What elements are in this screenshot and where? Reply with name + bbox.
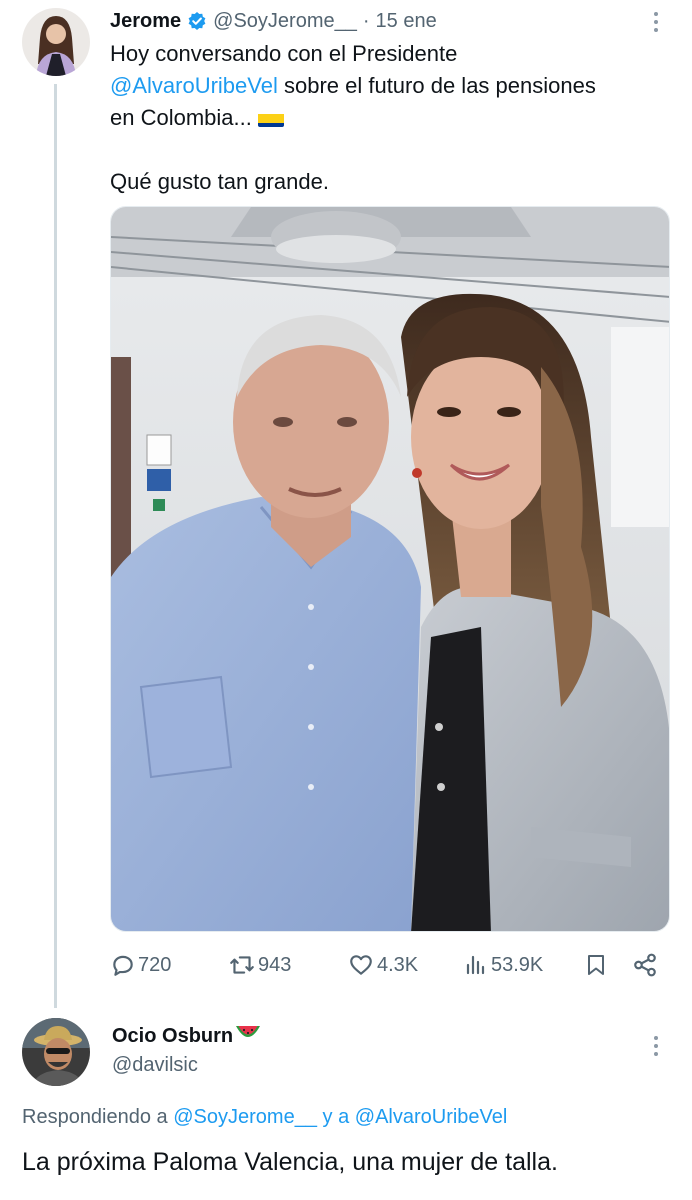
- retweet-icon: [228, 952, 256, 978]
- tweet-photo[interactable]: [110, 206, 670, 932]
- tweet-text-line: Hoy conversando con el Presidente: [110, 41, 458, 66]
- author-name[interactable]: Jerome: [110, 10, 181, 33]
- share-icon: [632, 952, 658, 978]
- reply-icon: [110, 952, 136, 978]
- share-button[interactable]: [632, 948, 658, 982]
- replying-prefix: Respondiendo a: [22, 1106, 168, 1128]
- views-icon: [464, 952, 488, 978]
- tweet-action-bar: 720 943 4.3K 53.9K: [110, 948, 670, 982]
- more-options-icon[interactable]: [644, 10, 668, 34]
- reply-count: 720: [138, 953, 172, 976]
- author-avatar[interactable]: [22, 8, 90, 76]
- watermelon-icon: [235, 1024, 261, 1048]
- tweet-text: Hoy conversando con el Presidente @Alvar…: [110, 38, 670, 198]
- bookmark-icon: [584, 952, 608, 978]
- replying-to-mention[interactable]: @AlvaroUribeVel: [355, 1106, 508, 1128]
- verified-badge-icon: [187, 11, 207, 31]
- tweet-text-fragment: sobre el futuro de las pensiones: [277, 73, 596, 98]
- author-handle[interactable]: @SoyJerome__: [213, 10, 357, 33]
- retweet-count: 943: [258, 953, 292, 976]
- replying-to-line: Respondiendo a @SoyJerome__ y a @AlvaroU…: [22, 1106, 507, 1129]
- tweet-text-fragment: en Colombia...: [110, 105, 252, 130]
- tweet-timestamp[interactable]: 15 ene: [376, 10, 437, 33]
- views-button[interactable]: 53.9K: [464, 948, 543, 982]
- replying-to-mention[interactable]: @SoyJerome__: [173, 1106, 317, 1128]
- like-button[interactable]: 4.3K: [348, 948, 418, 982]
- views-count: 53.9K: [491, 953, 544, 976]
- replying-conjunction: y a: [322, 1106, 350, 1128]
- reply-author-handle[interactable]: @davilsic: [112, 1054, 198, 1077]
- tweet-header: Jerome @SoyJerome__ · 15 ene: [110, 8, 437, 34]
- reply-text: La próxima Paloma Valencia, una mujer de…: [22, 1148, 558, 1176]
- heart-icon: [348, 952, 374, 978]
- separator-dot: ·: [362, 9, 370, 32]
- more-options-icon[interactable]: [644, 1034, 668, 1058]
- mention-link[interactable]: @AlvaroUribeVel: [110, 73, 278, 98]
- colombia-flag-icon: [257, 109, 284, 127]
- reply-author-name[interactable]: Ocio Osburn: [112, 1025, 233, 1048]
- bookmark-button[interactable]: [584, 948, 608, 982]
- tweet-text-line: en Colombia...: [110, 102, 670, 134]
- thread-connector-line: [54, 84, 57, 1008]
- tweet-text-line: @AlvaroUribeVel sobre el futuro de las p…: [110, 70, 670, 102]
- like-count: 4.3K: [377, 953, 419, 976]
- reply-author-name-row: Ocio Osburn: [112, 1024, 261, 1048]
- retweet-button[interactable]: 943: [228, 948, 291, 982]
- tweet-text-line: Qué gusto tan grande.: [110, 169, 329, 194]
- reply-author-avatar[interactable]: [22, 1018, 90, 1086]
- reply-button[interactable]: 720: [110, 948, 171, 982]
